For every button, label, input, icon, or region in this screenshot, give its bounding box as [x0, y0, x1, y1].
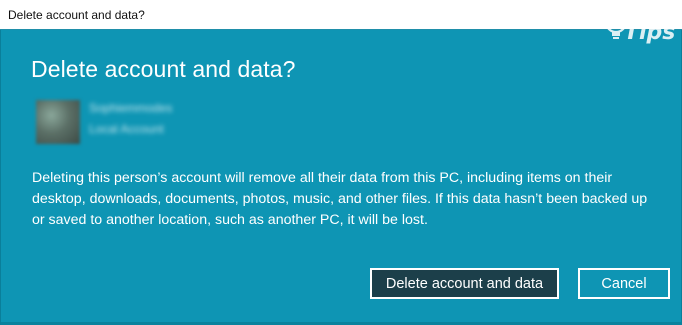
avatar — [36, 100, 80, 144]
dialog-panel: Delete account and data? Sophiemmodes Lo… — [0, 30, 682, 325]
title-bar: Delete account and data? — [0, 0, 682, 30]
dialog-heading: Delete account and data? — [31, 56, 296, 82]
watermark-logo: Tips — [604, 10, 675, 45]
window-title: Delete account and data? — [8, 8, 145, 22]
watermark-text: Tips — [624, 20, 675, 45]
dialog-message: Deleting this person’s account will remo… — [32, 170, 648, 228]
lightbulb-icon — [604, 10, 628, 39]
delete-account-button[interactable]: Delete account and data — [370, 268, 559, 299]
account-type: Local Account — [89, 122, 164, 136]
cancel-button[interactable]: Cancel — [578, 268, 670, 299]
account-name: Sophiemmodes — [89, 101, 173, 115]
